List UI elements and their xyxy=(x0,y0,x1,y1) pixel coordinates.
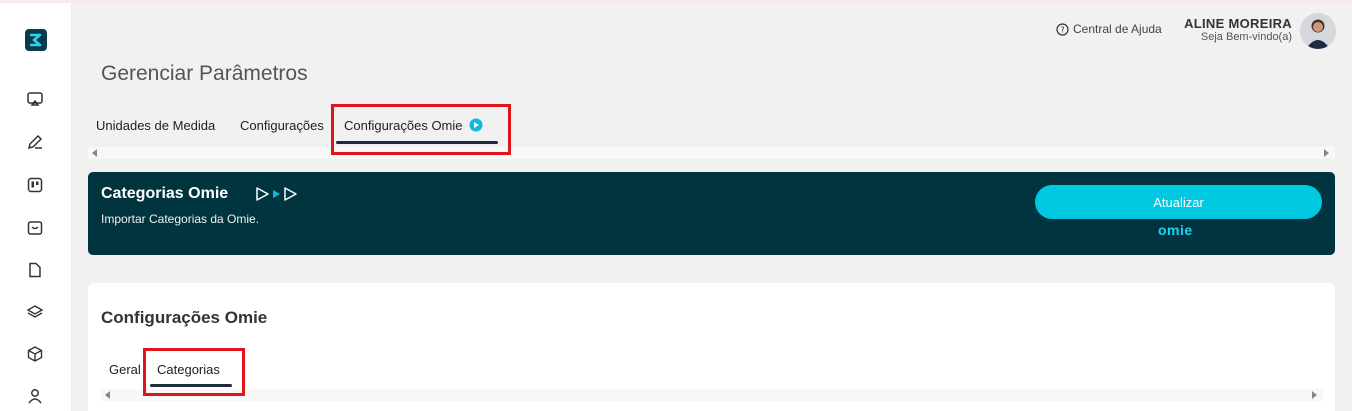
svg-text:?: ? xyxy=(1060,25,1064,34)
monitor-icon[interactable] xyxy=(26,90,44,108)
omie-logo: omie xyxy=(1158,222,1193,238)
scroll-right-icon[interactable] xyxy=(1324,149,1329,157)
atualizar-button[interactable]: Atualizar xyxy=(1035,185,1322,219)
help-label: Central de Ajuda xyxy=(1073,22,1162,36)
banner-subtitle: Importar Categorias da Omie. xyxy=(101,212,260,226)
box-icon[interactable] xyxy=(26,345,44,363)
subtab-scrollbar[interactable] xyxy=(101,389,1323,401)
user-name: ALINE MOREIRA xyxy=(1184,16,1292,31)
card-title: Configurações Omie xyxy=(101,308,268,327)
subtab-geral[interactable]: Geral xyxy=(109,362,141,377)
categorias-omie-banner: Categorias Omie Importar Categorias da O… xyxy=(88,172,1335,255)
page-title: Gerenciar Parâmetros xyxy=(101,62,308,85)
pencil-icon[interactable] xyxy=(26,133,44,151)
avatar[interactable] xyxy=(1300,13,1336,49)
highlight-box-tab xyxy=(331,104,511,155)
subtab-scroll-right-icon[interactable] xyxy=(1312,391,1317,399)
highlight-box-subtab xyxy=(143,348,245,396)
inbox-icon[interactable] xyxy=(26,219,44,237)
layers-icon[interactable] xyxy=(26,303,44,321)
tab-scrollbar[interactable] xyxy=(88,147,1335,159)
help-icon: ? xyxy=(1056,22,1069,36)
play-arrows-icon xyxy=(255,186,301,202)
sidebar xyxy=(0,3,72,411)
tab-unidades-de-medida[interactable]: Unidades de Medida xyxy=(96,118,215,133)
board-icon[interactable] xyxy=(26,176,44,194)
banner-title: Categorias Omie xyxy=(101,185,229,202)
user-greeting: Seja Bem-vindo(a) xyxy=(1200,31,1292,43)
user-info[interactable]: ALINE MOREIRA Seja Bem-vindo(a) xyxy=(1184,16,1292,43)
file-icon[interactable] xyxy=(26,261,44,279)
tab-configuracoes[interactable]: Configurações xyxy=(240,118,324,133)
scroll-left-icon[interactable] xyxy=(92,149,97,157)
tab-bar: Unidades de Medida Configurações Configu… xyxy=(88,113,1335,159)
logo-icon[interactable] xyxy=(25,29,47,51)
help-center-link[interactable]: ? Central de Ajuda xyxy=(1056,22,1162,36)
top-accent-line xyxy=(0,0,1352,3)
configuracoes-omie-card: Configurações Omie Geral Categorias xyxy=(88,283,1335,411)
subtab-scroll-left-icon[interactable] xyxy=(105,391,110,399)
user-icon[interactable] xyxy=(26,387,44,405)
